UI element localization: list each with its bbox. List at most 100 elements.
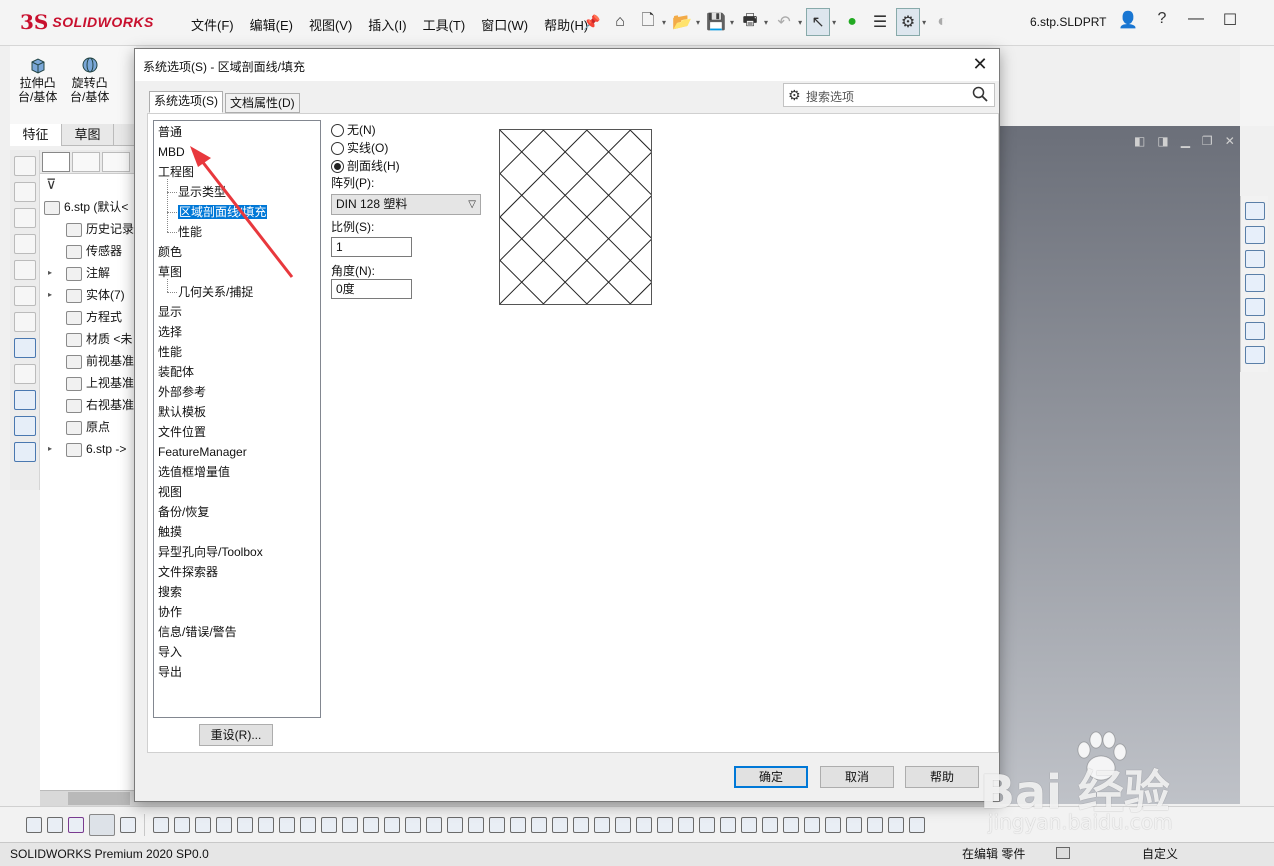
help-icon[interactable]: ?: [1152, 10, 1172, 30]
tree-item[interactable]: 前视基准: [40, 350, 135, 372]
option-tree-item[interactable]: 颜色: [158, 243, 182, 261]
tree-item[interactable]: 6.stp (默认<: [40, 196, 135, 218]
select-arrow-icon[interactable]: ↖: [806, 8, 831, 36]
tree-item[interactable]: 右视基准: [40, 394, 135, 416]
option-tree-item[interactable]: FeatureManager: [158, 443, 247, 461]
extrude-boss-button[interactable]: 拉伸凸 台/基体: [18, 56, 57, 104]
scale-input[interactable]: 1: [331, 237, 412, 257]
menu-item[interactable]: 文件(F): [183, 13, 242, 36]
chevron-down-icon[interactable]: ▾: [730, 18, 734, 27]
option-tree-item[interactable]: 选值框增量值: [158, 463, 230, 481]
expand-arrow-icon[interactable]: ▸: [48, 438, 52, 460]
tree-item[interactable]: ▸ 实体(7): [40, 284, 135, 306]
cancel-button[interactable]: 取消: [820, 766, 894, 788]
option-tree-item[interactable]: 显示: [158, 303, 182, 321]
tool-icon[interactable]: [741, 816, 757, 833]
close-viewport-icon[interactable]: ✕: [1225, 134, 1235, 148]
tool-icon[interactable]: [363, 816, 379, 833]
user-icon[interactable]: 👤: [1118, 10, 1138, 30]
option-tree-item[interactable]: 导出: [158, 663, 182, 681]
option-tree-item[interactable]: 外部参考: [158, 383, 206, 401]
tool-icon[interactable]: [321, 816, 337, 833]
tab-system-options[interactable]: 系统选项(S): [149, 91, 223, 113]
tab-document-properties[interactable]: 文档属性(D): [225, 93, 300, 113]
tool-icon[interactable]: [552, 816, 568, 833]
tool-icon[interactable]: [594, 816, 610, 833]
tool-icon[interactable]: [636, 816, 652, 833]
design-library-icon[interactable]: [1244, 226, 1265, 244]
tree-item[interactable]: ▸ 注解: [40, 262, 135, 284]
option-tree-item[interactable]: MBD: [158, 143, 185, 161]
tool-icon[interactable]: [13, 286, 36, 306]
option-tree-item[interactable]: 性能: [178, 223, 202, 241]
option-tree-item[interactable]: 草图: [158, 263, 182, 281]
options-gear-icon[interactable]: ⚙: [896, 8, 921, 36]
tool-icon[interactable]: [300, 816, 316, 833]
chevron-down-icon[interactable]: ▾: [696, 18, 700, 27]
minimize-viewport-icon[interactable]: ▁: [1181, 134, 1190, 148]
tool-icon[interactable]: [13, 416, 36, 436]
option-tree-item[interactable]: 触摸: [158, 523, 182, 541]
tool-icon[interactable]: [468, 816, 484, 833]
tool-icon[interactable]: [804, 816, 820, 833]
option-tree-item[interactable]: 信息/错误/警告: [158, 623, 237, 641]
menu-item[interactable]: 编辑(E): [242, 13, 301, 36]
angle-input[interactable]: 0度: [331, 279, 412, 299]
view-palette-icon[interactable]: [1244, 274, 1265, 292]
filter-icon[interactable]: [26, 816, 42, 833]
tool-icon[interactable]: [699, 816, 715, 833]
pattern-dropdown[interactable]: DIN 128 塑料 ▽: [331, 194, 481, 215]
option-tree-item[interactable]: 显示类型: [178, 183, 226, 201]
select-arrow-icon[interactable]: [89, 813, 115, 836]
quick-tips-icon[interactable]: [1056, 847, 1070, 859]
option-tree-item[interactable]: 导入: [158, 643, 182, 661]
tool-icon[interactable]: [13, 156, 36, 176]
filter-icon[interactable]: ⊽: [40, 174, 135, 196]
chevron-down-icon[interactable]: ▾: [832, 18, 836, 27]
option-tree-item[interactable]: 区域剖面线/填充: [178, 203, 268, 221]
home-icon[interactable]: ⌂: [608, 8, 632, 36]
radio-button[interactable]: [331, 123, 344, 137]
option-tree-item[interactable]: 装配体: [158, 363, 194, 381]
chevron-down-icon[interactable]: ▾: [798, 18, 802, 27]
custom-properties-icon[interactable]: [1244, 322, 1265, 340]
gear-icon[interactable]: ⚙: [788, 87, 801, 104]
ok-button[interactable]: 确定: [734, 766, 808, 788]
fill-hatch-radio[interactable]: 剖面线(H): [331, 157, 400, 175]
tool-icon[interactable]: [13, 442, 36, 462]
appearance-sphere-icon[interactable]: ◐: [930, 8, 954, 36]
menu-item[interactable]: 窗口(W): [473, 13, 536, 36]
chevron-down-icon[interactable]: ▽: [468, 195, 476, 214]
tree-item[interactable]: 方程式: [40, 306, 135, 328]
tool-icon[interactable]: [13, 338, 36, 358]
save-icon[interactable]: 💾: [704, 8, 728, 36]
tool-icon[interactable]: [510, 816, 526, 833]
tool-icon[interactable]: [384, 816, 400, 833]
open-document-icon[interactable]: 📂: [670, 8, 694, 36]
option-tree-item[interactable]: 协作: [158, 603, 182, 621]
solidworks-logo[interactable]: 3S SOLIDWORKS: [20, 9, 160, 35]
property-manager-tab[interactable]: [72, 152, 100, 172]
option-tree-item[interactable]: 普通: [158, 123, 182, 141]
tree-item[interactable]: 原点: [40, 416, 135, 438]
tool-icon[interactable]: [195, 816, 211, 833]
option-tree-item[interactable]: 异型孔向导/Toolbox: [158, 543, 263, 561]
tool-icon[interactable]: [615, 816, 631, 833]
graphics-area[interactable]: [998, 126, 1240, 804]
filter-icon[interactable]: [68, 816, 84, 833]
tool-icon[interactable]: [237, 816, 253, 833]
unit-system[interactable]: 自定义: [1142, 844, 1178, 864]
undo-icon[interactable]: ↶: [772, 8, 796, 36]
tool-icon[interactable]: [342, 816, 358, 833]
tool-icon[interactable]: [153, 816, 169, 833]
tool-icon[interactable]: [888, 816, 904, 833]
tree-item[interactable]: 传感器: [40, 240, 135, 262]
tool-icon[interactable]: [13, 208, 36, 228]
tool-icon[interactable]: [531, 816, 547, 833]
fill-solid-radio[interactable]: 实线(O): [331, 139, 388, 157]
option-tree-item[interactable]: 备份/恢复: [158, 503, 209, 521]
tool-icon[interactable]: [678, 816, 694, 833]
tool-icon[interactable]: [13, 260, 36, 280]
tool-icon[interactable]: [13, 182, 36, 202]
help-button[interactable]: 帮助: [905, 766, 979, 788]
